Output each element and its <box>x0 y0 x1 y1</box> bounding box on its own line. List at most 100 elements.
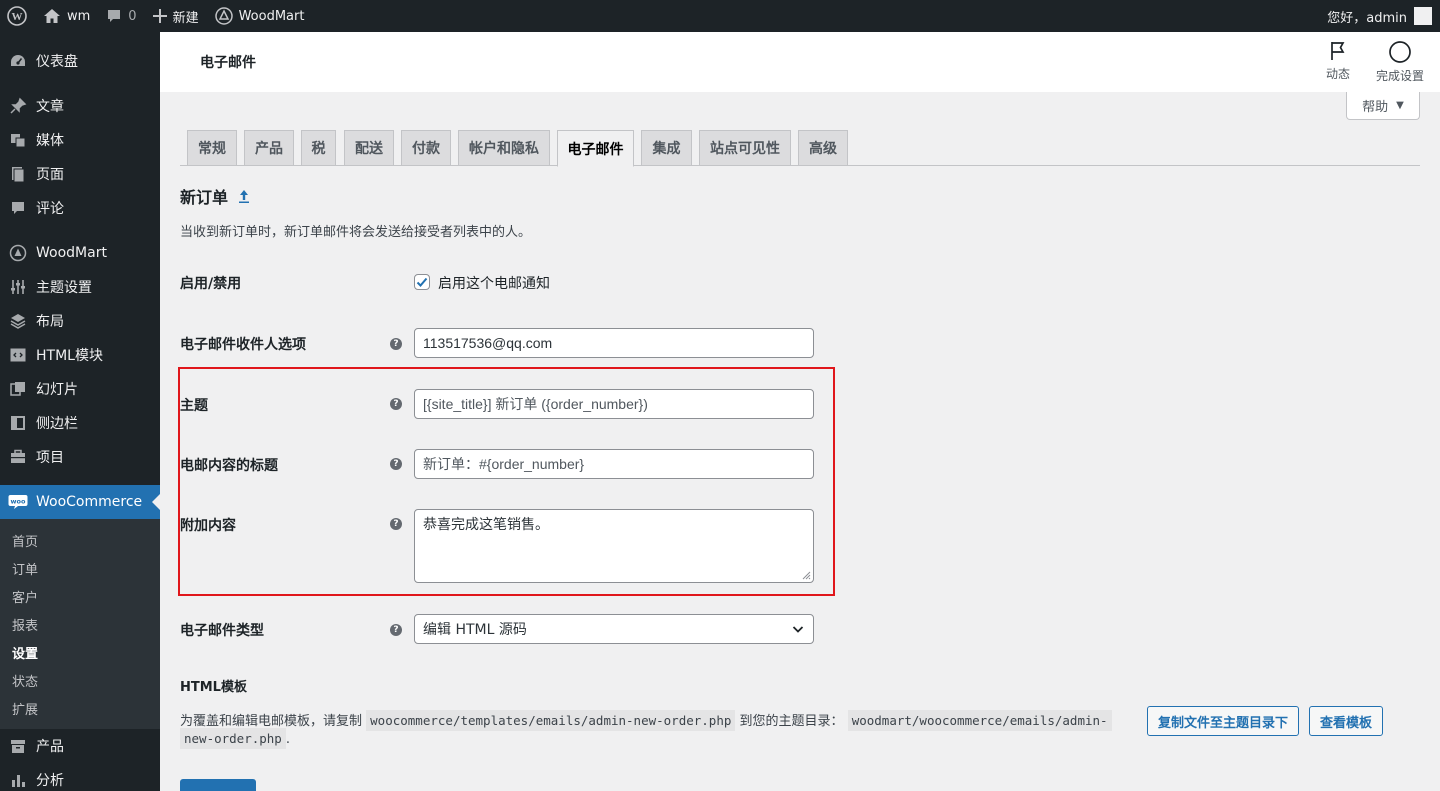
caret-down-icon: ▼ <box>1396 100 1404 111</box>
tab-site-visibility[interactable]: 站点可见性 <box>699 130 791 166</box>
wordpress-logo-icon[interactable]: W <box>0 0 35 32</box>
menu-label: 评论 <box>36 201 64 217</box>
comments-link[interactable]: 0 <box>98 0 144 32</box>
tab-accounts-privacy[interactable]: 帐户和隐私 <box>458 130 550 166</box>
portfolio-icon <box>8 447 28 467</box>
template-text-end: . <box>285 732 290 747</box>
tab-payments[interactable]: 付款 <box>401 130 451 166</box>
progress-circle-icon <box>1389 41 1411 63</box>
menu-woodmart[interactable]: WoodMart <box>0 236 160 270</box>
help-tip-icon[interactable]: ? <box>390 624 402 636</box>
chart-icon <box>8 770 28 790</box>
layers-icon <box>8 311 28 331</box>
submenu-customers[interactable]: 客户 <box>0 582 160 610</box>
email-type-select[interactable]: 编辑 HTML 源码 <box>414 614 814 644</box>
checkmark-icon <box>416 277 428 287</box>
media-icon <box>8 130 28 150</box>
menu-label: 侧边栏 <box>36 416 78 432</box>
new-content-link[interactable]: 新建 <box>145 0 207 32</box>
submenu-status[interactable]: 状态 <box>0 666 160 694</box>
chevron-down-icon <box>792 626 804 633</box>
woodmart-theme-link[interactable]: WoodMart <box>207 0 313 32</box>
recipient-label: 电子邮件收件人选项 <box>180 337 306 353</box>
menu-label: 产品 <box>36 739 64 755</box>
woo-icon: woo <box>8 492 28 512</box>
submenu-orders[interactable]: 订单 <box>0 554 160 582</box>
menu-label: 媒体 <box>36 133 64 149</box>
view-template-button[interactable]: 查看模板 <box>1309 706 1383 736</box>
template-text-middle: 到您的主题目录： <box>739 714 844 729</box>
settings-tabs: 常规 产品 税 配送 付款 帐户和隐私 电子邮件 集成 站点可见性 高级 <box>180 130 1420 167</box>
avatar <box>1414 7 1432 25</box>
woodmart-icon <box>8 243 28 263</box>
template-instructions-line2: new-order.php. <box>180 728 290 749</box>
menu-label: 仪表盘 <box>36 54 78 70</box>
menu-layouts[interactable]: 布局 <box>0 304 160 338</box>
menu-posts[interactable]: 文章 <box>0 89 160 123</box>
menu-woocommerce[interactable]: woo WooCommerce <box>0 485 160 519</box>
menu-label: WoodMart <box>36 245 107 261</box>
submenu-reports[interactable]: 报表 <box>0 610 160 638</box>
html-template-title: HTML模板 <box>180 680 247 695</box>
help-tip-icon[interactable]: ? <box>390 338 402 350</box>
menu-portfolio[interactable]: 项目 <box>0 440 160 474</box>
menu-sidebars[interactable]: 侧边栏 <box>0 406 160 440</box>
menu-pages[interactable]: 页面 <box>0 157 160 191</box>
site-name: wm <box>67 8 91 24</box>
html-block-icon <box>8 345 28 365</box>
menu-label: HTML模块 <box>36 348 103 364</box>
tab-tax[interactable]: 税 <box>301 130 336 166</box>
email-type-value: 编辑 HTML 源码 <box>423 622 527 638</box>
help-tab-button[interactable]: 帮助 ▼ <box>1346 92 1420 120</box>
tab-products[interactable]: 产品 <box>244 130 294 166</box>
help-label: 帮助 <box>1362 100 1389 115</box>
svg-text:W: W <box>12 11 23 23</box>
submenu-home[interactable]: 首页 <box>0 526 160 554</box>
menu-label: 文章 <box>36 99 64 115</box>
comments-count: 0 <box>128 8 137 24</box>
menu-theme-settings[interactable]: 主题设置 <box>0 270 160 304</box>
activity-button[interactable]: 动态 <box>1326 40 1350 82</box>
up-arrow-icon[interactable] <box>238 188 250 204</box>
menu-comments[interactable]: 评论 <box>0 191 160 225</box>
template-dest-path: woodmart/woocommerce/emails/admin- <box>847 710 1112 731</box>
menu-dashboard[interactable]: 仪表盘 <box>0 44 160 78</box>
submenu-settings[interactable]: 设置 <box>0 638 160 666</box>
home-icon <box>44 9 60 23</box>
tab-integration[interactable]: 集成 <box>641 130 692 166</box>
account-menu[interactable]: 您好，admin <box>1319 0 1440 32</box>
menu-analytics[interactable]: 分析 <box>0 763 160 791</box>
section-description: 当收到新订单时，新订单邮件将会发送给接受者列表中的人。 <box>180 225 532 240</box>
section-title: 新订单 <box>180 188 229 207</box>
menu-label: 布局 <box>36 314 64 330</box>
tab-advanced[interactable]: 高级 <box>798 130 848 166</box>
new-label: 新建 <box>172 10 199 26</box>
menu-media[interactable]: 媒体 <box>0 123 160 157</box>
tab-general[interactable]: 常规 <box>187 130 237 166</box>
copy-to-theme-button[interactable]: 复制文件至主题目录下 <box>1147 706 1299 736</box>
menu-products[interactable]: 产品 <box>0 729 160 763</box>
menu-label: WooCommerce <box>36 494 143 510</box>
submenu-extensions[interactable]: 扩展 <box>0 694 160 722</box>
menu-label: 分析 <box>36 773 64 789</box>
enable-checkbox[interactable] <box>414 274 430 290</box>
svg-text:woo: woo <box>11 498 26 506</box>
finish-setup-button[interactable]: 完成设置 <box>1376 40 1424 84</box>
menu-label: 幻灯片 <box>36 382 78 398</box>
tab-shipping[interactable]: 配送 <box>344 130 394 166</box>
admin-bar: W wm 0 新建 WoodMart 您好，admin <box>0 0 1440 32</box>
template-text-before: 为覆盖和编辑电邮模板，请复制 <box>180 714 363 729</box>
menu-html-blocks[interactable]: HTML模块 <box>0 338 160 372</box>
enable-checkbox-label[interactable]: 启用这个电邮通知 <box>438 273 550 293</box>
dashboard-icon <box>8 51 28 71</box>
tab-emails[interactable]: 电子邮件 <box>557 130 634 167</box>
site-home-link[interactable]: wm <box>35 0 98 32</box>
menu-slides[interactable]: 幻灯片 <box>0 372 160 406</box>
recipient-input[interactable]: 113517536@qq.com <box>414 328 814 358</box>
section-heading: 新订单 <box>180 184 250 208</box>
flag-icon <box>1331 42 1345 60</box>
page-header: 电子邮件 动态 完成设置 <box>160 32 1440 92</box>
save-changes-button[interactable] <box>180 779 256 791</box>
page-icon <box>8 164 28 184</box>
sidebar-icon <box>8 413 28 433</box>
